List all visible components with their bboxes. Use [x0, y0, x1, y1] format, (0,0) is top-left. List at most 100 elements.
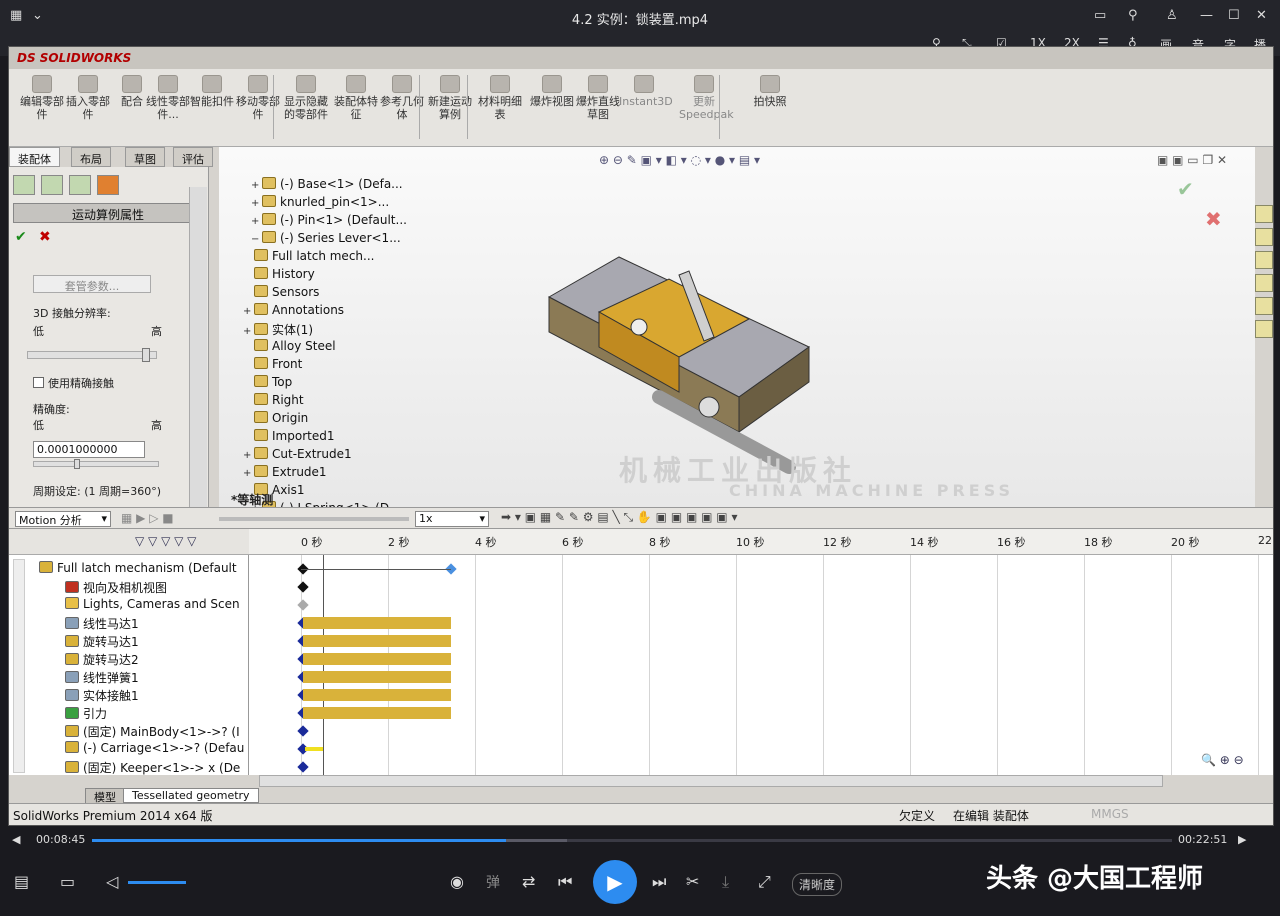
tree-node[interactable]: + (-) Pin<1> (Default...: [251, 213, 407, 227]
step-back-icon[interactable]: ◀: [12, 833, 20, 846]
adjust-icon[interactable]: ⇄: [522, 872, 535, 891]
expand-icon[interactable]: +: [243, 306, 252, 317]
open-folder-icon[interactable]: ▭: [60, 872, 75, 891]
playlist-icon[interactable]: ▤: [14, 872, 29, 891]
tree-node[interactable]: Alloy Steel: [243, 339, 336, 353]
ribbon-button[interactable]: 材料明细表: [475, 75, 525, 121]
accuracy-slider[interactable]: [33, 459, 159, 469]
motion-tree-node[interactable]: 引力: [65, 705, 107, 722]
filter-icons[interactable]: ▽ ▽ ▽ ▽ ▽: [135, 534, 196, 548]
playback-slider[interactable]: [219, 517, 409, 521]
motion-tree-node[interactable]: 线性马达1: [65, 615, 139, 632]
property-manager-tab-icon[interactable]: [41, 175, 63, 195]
tree-node[interactable]: − (-) Series Lever<1...: [251, 231, 401, 245]
tree-node[interactable]: + Annotations: [243, 303, 344, 317]
ribbon-button[interactable]: Instant3D: [619, 75, 673, 108]
appearance-icon[interactable]: [1255, 297, 1273, 315]
motion-tree-scrollbar[interactable]: [13, 559, 25, 773]
accuracy-input[interactable]: 0.0001000000: [33, 441, 145, 458]
custom-props-icon[interactable]: [1255, 320, 1273, 338]
cancel-icon[interactable]: ✖: [1205, 207, 1222, 231]
expand-icon[interactable]: +: [243, 326, 252, 337]
ribbon-button[interactable]: 更新Speedpak: [679, 75, 734, 121]
expand-icon[interactable]: +: [251, 180, 260, 191]
command-tab[interactable]: 评估: [173, 147, 213, 167]
command-tab[interactable]: 装配体: [9, 147, 60, 167]
config-manager-tab-icon[interactable]: [69, 175, 91, 195]
tree-node[interactable]: + Extrude1: [243, 465, 327, 479]
ribbon-button[interactable]: 线性零部件...: [143, 75, 193, 121]
tree-node[interactable]: History: [243, 267, 315, 281]
skin-icon[interactable]: ♙: [1166, 8, 1178, 23]
ribbon-button[interactable]: 爆炸直线草图: [573, 75, 623, 121]
tree-node[interactable]: Imported1: [243, 429, 334, 443]
library-icon[interactable]: [1255, 228, 1273, 246]
explorer-icon[interactable]: [1255, 274, 1273, 292]
motion-tree-node[interactable]: (-) Carriage<1>->? (Defau: [65, 741, 244, 755]
maximize-icon[interactable]: ☐: [1228, 8, 1240, 23]
expand-icon[interactable]: +: [243, 468, 252, 479]
motion-tree-node[interactable]: (固定) Keeper<1>-> x (De: [65, 759, 240, 776]
accuracy-thumb[interactable]: [73, 459, 80, 469]
tree-node[interactable]: Origin: [243, 411, 308, 425]
ribbon-button[interactable]: 显示隐藏的零部件: [281, 75, 331, 121]
ribbon-button[interactable]: 拍快照: [745, 75, 795, 108]
tree-node[interactable]: Front: [243, 357, 302, 371]
close-icon[interactable]: ✖: [39, 229, 51, 245]
volume-slider[interactable]: [128, 881, 186, 884]
tree-node[interactable]: + 实体(1): [243, 321, 313, 338]
motion-tree-node[interactable]: 实体接触1: [65, 687, 139, 704]
timeline-ruler[interactable]: 0 秒 2 秒 4 秒 6 秒 8 秒 10 秒 12 秒 14 秒 16 秒 18 秒 20 秒 2…: [249, 529, 1273, 555]
volume-icon[interactable]: ◁: [106, 872, 118, 891]
motion-tree-node[interactable]: 旋转马达1: [65, 633, 139, 650]
ribbon-button[interactable]: 插入零部件: [63, 75, 113, 121]
next-icon[interactable]: ⏭: [652, 872, 666, 892]
command-tab[interactable]: 布局: [71, 147, 111, 167]
command-tab[interactable]: 草图: [125, 147, 165, 167]
tree-node[interactable]: + knurled_pin<1>...: [251, 195, 389, 209]
motion-tree-node[interactable]: 旋转马达2: [65, 651, 139, 668]
playback-controls[interactable]: ▦ ▶ ▷ ■: [121, 511, 174, 525]
step-forward-icon[interactable]: ▶: [1238, 833, 1246, 846]
close-icon[interactable]: ✕: [1256, 8, 1267, 23]
motion-tree-node[interactable]: Full latch mechanism (Default: [39, 561, 237, 575]
motion-tool-icons[interactable]: ➡ ▾ ▣ ▦ ✎ ✎ ⚙ ▤ ╲ ⤡ ✋ ▣ ▣ ▣ ▣ ▣ ▾: [501, 510, 737, 525]
download-icon[interactable]: ⤓: [722, 872, 729, 892]
ok-icon[interactable]: ✔: [15, 229, 27, 245]
ribbon-button[interactable]: 装配体特征: [331, 75, 381, 121]
viewport-window-controls[interactable]: ▣ ▣ ▭ ❐ ✕: [1157, 153, 1227, 167]
confirm-icon[interactable]: ✔: [1177, 177, 1194, 201]
pin-icon[interactable]: ⚲: [1128, 8, 1138, 23]
precise-contact-checkbox[interactable]: 使用精确接触: [33, 375, 114, 391]
expand-icon[interactable]: +: [251, 216, 260, 227]
home-icon[interactable]: [1255, 205, 1273, 223]
tree-node[interactable]: Full latch mech...: [243, 249, 374, 263]
motion-tree-node[interactable]: 线性弹簧1: [65, 669, 139, 686]
ribbon-button[interactable]: 智能扣件: [187, 75, 237, 108]
timeline[interactable]: [249, 529, 1273, 775]
ribbon-button[interactable]: 移动零部件: [233, 75, 283, 121]
tree-node[interactable]: + Cut-Extrude1: [243, 447, 352, 461]
task-pane-tabs[interactable]: [1255, 205, 1273, 345]
eye-icon[interactable]: ◉: [450, 872, 464, 891]
bushing-params-button[interactable]: 套管参数...: [33, 275, 151, 293]
expand-icon[interactable]: +: [251, 198, 260, 209]
fullscreen-icon[interactable]: ⤢: [758, 872, 771, 892]
feature-manager-tab-icon[interactable]: [13, 175, 35, 195]
zoom-icons[interactable]: 🔍 ⊕ ⊖: [1201, 753, 1244, 767]
minimize-icon[interactable]: —: [1200, 8, 1213, 23]
tree-node[interactable]: Sensors: [243, 285, 319, 299]
motion-tree-node[interactable]: 视向及相机视图: [65, 579, 167, 596]
contact-res-slider[interactable]: [27, 348, 157, 362]
units[interactable]: MMGS: [1091, 807, 1129, 821]
ribbon-button[interactable]: 爆炸视图: [527, 75, 577, 108]
playback-speed-select[interactable]: 1x ▾: [415, 511, 489, 527]
chat-icon[interactable]: ▭: [1094, 8, 1106, 23]
tree-node[interactable]: Top: [243, 375, 292, 389]
tab-tessellated[interactable]: Tessellated geometry: [123, 788, 259, 803]
play-button[interactable]: ▶: [593, 860, 637, 904]
contact-res-thumb[interactable]: [142, 348, 150, 362]
property-scrollbar[interactable]: [189, 187, 207, 507]
display-manager-tab-icon[interactable]: [97, 175, 119, 195]
bullet-comments-button[interactable]: 弹: [486, 872, 500, 892]
